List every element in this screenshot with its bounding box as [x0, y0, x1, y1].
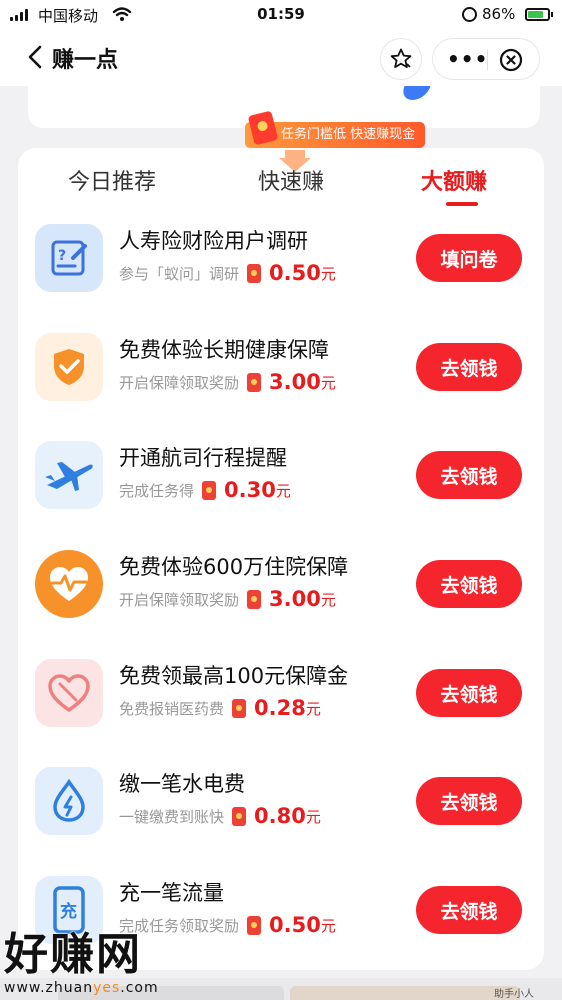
task-reward: 完成任务得 0.30 元 — [119, 478, 291, 502]
task-item[interactable]: 缴一笔水电费 一键缴费到账快 0.80 元 去领钱 — [18, 767, 544, 875]
heart-icon — [35, 659, 103, 727]
watermark-url-prefix: www.zhuan — [4, 980, 94, 996]
red-packet-icon — [232, 806, 247, 826]
task-desc: 免费报销医药费 — [119, 699, 225, 718]
tab-today-recommend[interactable]: 今日推荐 — [68, 164, 156, 196]
star-icon — [390, 48, 412, 68]
banner-fragment — [399, 86, 431, 100]
task-item[interactable]: 免费领最高100元保障金 免费报销医药费 0.28 元 去领钱 — [18, 659, 544, 767]
task-item[interactable]: 免费体验600万住院保障 开启保障领取奖励 3.00 元 去领钱 — [18, 550, 544, 658]
reward-unit: 元 — [320, 590, 336, 609]
tab-quick-earn[interactable]: 快速赚 — [258, 164, 324, 196]
task-reward: 一键缴费到账快 0.80 元 — [119, 804, 321, 828]
task-reward: 开启保障领取奖励 3.00 元 — [119, 370, 336, 394]
preview-card — [290, 986, 520, 1000]
task-desc: 开启保障领取奖励 — [119, 590, 240, 609]
watermark: 好赚网 www.zhuanyes.com — [4, 918, 159, 996]
reward-amount: 0.50 — [269, 913, 321, 937]
nav-bar: 赚一点 ••• — [0, 30, 562, 86]
task-title: 缴一笔水电费 — [119, 772, 245, 796]
task-desc: 开启保障领取奖励 — [119, 373, 240, 392]
task-title: 免费领最高100元保障金 — [119, 664, 349, 688]
active-tab-indicator — [446, 202, 478, 206]
watermark-url-suffix: .com — [120, 980, 159, 996]
reward-amount: 0.50 — [269, 261, 321, 285]
utility-drop-icon — [35, 767, 103, 835]
heartbeat-icon — [35, 550, 103, 618]
reward-unit: 元 — [320, 916, 336, 935]
reward-unit: 元 — [305, 807, 321, 826]
clock: 01:59 — [257, 5, 305, 23]
promo-text: 任务门槛低 快速赚现金 — [281, 127, 416, 142]
tab-big-earn[interactable]: 大额赚 — [421, 164, 487, 196]
watermark-url-accent: yes — [93, 980, 121, 996]
task-reward: 免费报销医药费 0.28 元 — [119, 696, 321, 720]
reward-amount: 3.00 — [269, 370, 321, 394]
claim-button[interactable]: 去领钱 — [416, 669, 522, 717]
task-item[interactable]: 开通航司行程提醒 完成任务得 0.30 元 去领钱 — [18, 441, 544, 549]
claim-button[interactable]: 去领钱 — [416, 886, 522, 934]
mini-program-capsule: ••• — [432, 38, 540, 80]
task-title: 人寿险财险用户调研 — [119, 229, 308, 253]
task-title: 充一笔流量 — [119, 881, 224, 905]
red-packet-icon — [247, 372, 262, 392]
task-title: 免费体验600万住院保障 — [119, 555, 349, 579]
task-item[interactable]: ? 人寿险财险用户调研 参与「蚁问」调研 0.50 元 填问卷 — [18, 224, 544, 332]
reward-amount: 0.80 — [254, 804, 306, 828]
reward-unit: 元 — [305, 699, 321, 718]
task-title: 开通航司行程提醒 — [119, 446, 287, 470]
reward-unit: 元 — [320, 264, 336, 283]
claim-button[interactable]: 去领钱 — [416, 451, 522, 499]
promo-tag: 任务门槛低 快速赚现金 — [245, 110, 426, 148]
tab-bar: 今日推荐 快速赚 大额赚 — [18, 160, 544, 210]
watermark-brand: 好赚网 — [4, 929, 142, 980]
red-packet-icon — [232, 698, 247, 718]
status-bar: 中国移动 01:59 86% — [0, 0, 562, 30]
task-desc: 参与「蚁问」调研 — [119, 264, 240, 283]
reward-amount: 0.30 — [224, 478, 276, 502]
task-reward: 开启保障领取奖励 3.00 元 — [119, 587, 336, 611]
svg-text:?: ? — [58, 248, 66, 264]
red-packet-icon — [247, 263, 262, 283]
more-options-button[interactable]: ••• — [447, 49, 488, 69]
claim-button[interactable]: 去领钱 — [416, 560, 522, 608]
airplane-icon — [35, 441, 103, 509]
capsule-divider — [487, 50, 488, 70]
task-desc: 完成任务得 — [119, 481, 195, 500]
favorite-button[interactable] — [380, 38, 422, 80]
task-desc: 一键缴费到账快 — [119, 807, 225, 826]
reward-amount: 0.28 — [254, 696, 306, 720]
red-packet-icon — [247, 915, 262, 935]
task-item[interactable]: 免费体验长期健康保障 开启保障领取奖励 3.00 元 去领钱 — [18, 333, 544, 441]
close-icon[interactable] — [499, 48, 523, 72]
reward-amount: 3.00 — [269, 587, 321, 611]
claim-button[interactable]: 去领钱 — [416, 343, 522, 391]
shield-check-icon — [35, 333, 103, 401]
reward-unit: 元 — [275, 481, 291, 500]
corner-watermark: 助手小人 — [494, 989, 534, 1000]
page-title: 赚一点 — [52, 48, 119, 73]
task-title: 免费体验长期健康保障 — [119, 338, 329, 362]
reward-unit: 元 — [320, 373, 336, 392]
battery-icon — [525, 8, 553, 21]
rotation-lock-icon — [462, 7, 477, 22]
task-reward: 参与「蚁问」调研 0.50 元 — [119, 261, 336, 285]
battery-percent: 86% — [482, 5, 516, 23]
red-packet-icon — [202, 480, 217, 500]
back-arrow-icon[interactable] — [20, 40, 54, 74]
watermark-url: www.zhuanyes.com — [4, 980, 159, 996]
claim-button[interactable]: 去领钱 — [416, 777, 522, 825]
survey-icon: ? — [35, 224, 103, 292]
fill-survey-button[interactable]: 填问卷 — [416, 234, 522, 282]
red-packet-icon — [247, 589, 262, 609]
